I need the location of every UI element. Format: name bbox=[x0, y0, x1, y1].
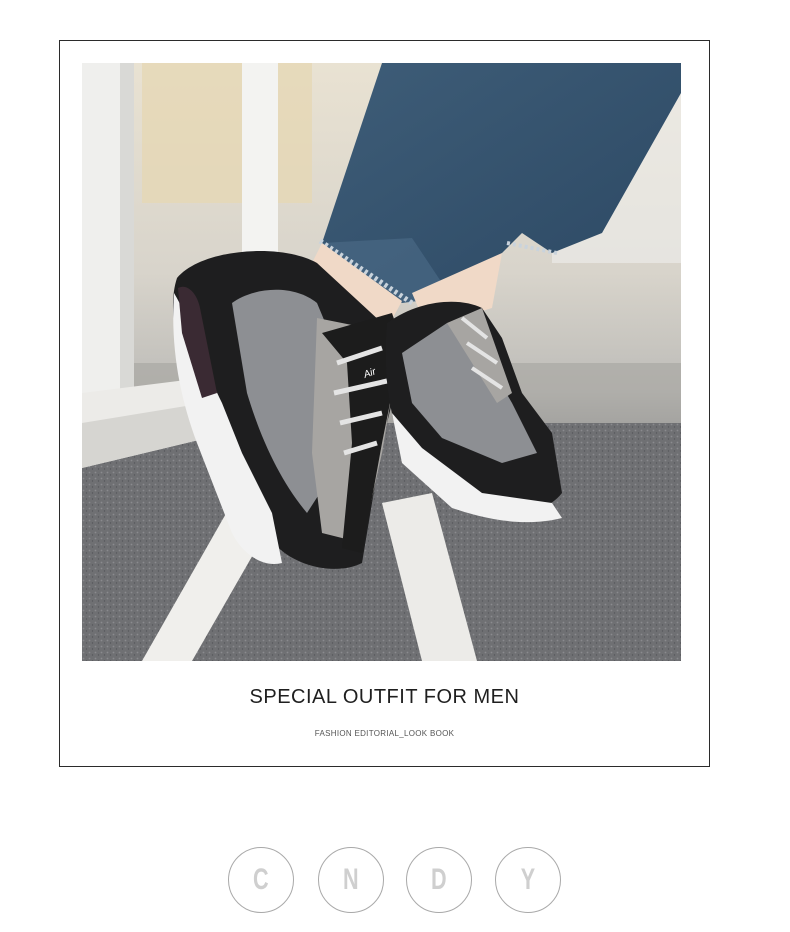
brand-letter: C bbox=[253, 863, 269, 896]
brand-letter: D bbox=[431, 863, 447, 896]
brand-letter-circle: N bbox=[318, 847, 384, 913]
caption-title: SPECIAL OUTFIT FOR MEN bbox=[249, 686, 520, 708]
caption-subtitle: FASHION EDITORIAL_LOOK BOOK bbox=[314, 729, 455, 738]
brand-letter-row: C N D Y bbox=[228, 847, 568, 917]
sneaker-photo-illustration: Air bbox=[82, 63, 681, 661]
brand-letter: Y bbox=[520, 863, 536, 896]
product-photo: Air bbox=[82, 63, 681, 661]
brand-letter-circle: C bbox=[228, 847, 294, 913]
brand-letter-circle: Y bbox=[495, 847, 561, 913]
brand-letter-circle: D bbox=[406, 847, 472, 913]
brand-letter: N bbox=[343, 863, 359, 896]
product-card: Air SPECIAL OUTFIT FOR MEN FASHION EDITO… bbox=[59, 40, 710, 767]
